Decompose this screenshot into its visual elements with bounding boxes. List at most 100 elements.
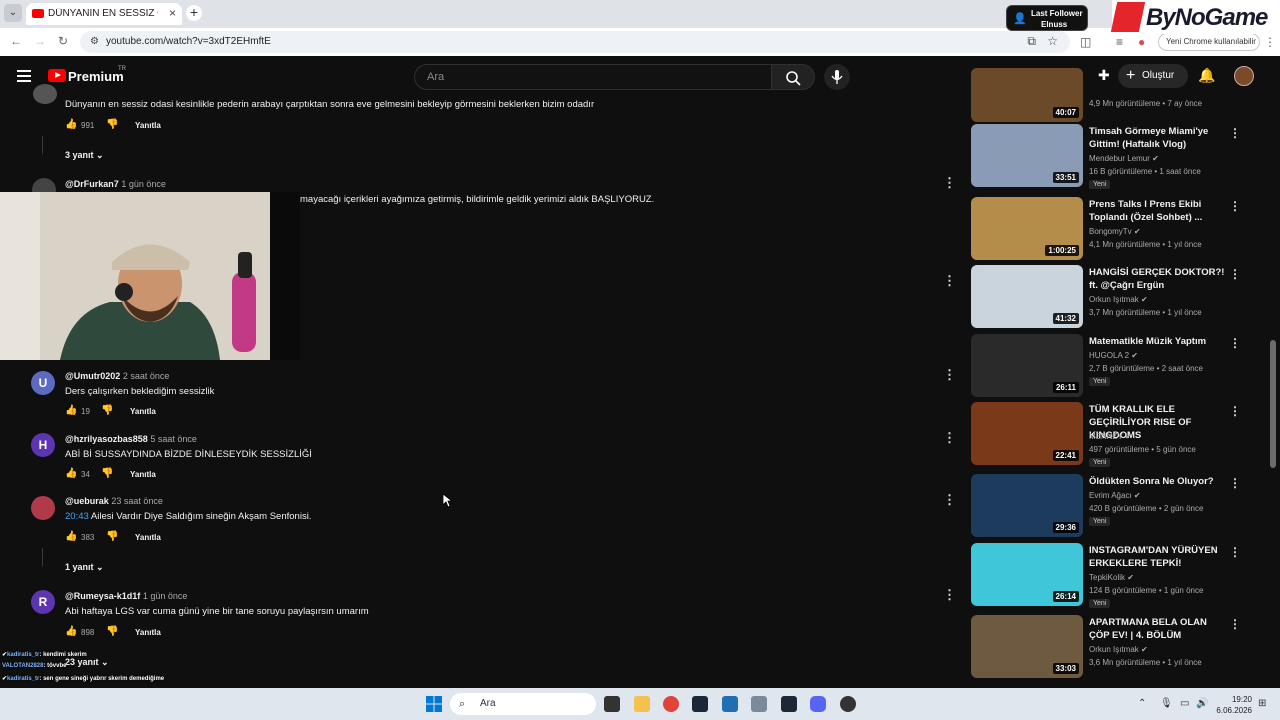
video-thumbnail[interactable]: 41:32 (971, 265, 1083, 328)
video-item[interactable]: 29:36 Öldükten Sonra Ne Oluyor? Evrim Ağac… (971, 474, 1241, 538)
video-title[interactable]: Prens Talks l Prens Ekibi Toplandı (Özel… (1089, 198, 1229, 224)
comment-username[interactable]: @DrFurkan7 (65, 179, 119, 189)
video-item[interactable]: 22:41 TÜM KRALLIK ELE GEÇİRİLİYOR RISE OF… (971, 402, 1241, 467)
comment-avatar[interactable] (33, 84, 57, 104)
video-title[interactable]: Öldükten Sonra Ne Oluyor? (1089, 475, 1229, 488)
dislike-icon[interactable]: 👎 (106, 119, 118, 130)
view-replies-button[interactable]: 3 yanıt ⌄ (65, 150, 104, 161)
task-view-icon[interactable] (604, 696, 620, 712)
video-thumbnail[interactable]: 22:41 (971, 402, 1083, 465)
video-item[interactable]: 41:32 HANGİSİ GERÇEK DOKTOR?! ft. @Çağrı … (971, 265, 1241, 329)
search-input[interactable]: Ara (414, 64, 772, 90)
chrome-icon[interactable] (663, 696, 679, 712)
dislike-icon[interactable]: 👎 (101, 468, 113, 479)
taskbar-search[interactable]: ⌕ Ara (450, 693, 596, 715)
comment-username[interactable]: @ueburak (65, 496, 109, 506)
comment-time[interactable]: 23 saat önce (111, 496, 163, 506)
like-icon[interactable]: 👍 (65, 119, 77, 130)
profile-icon[interactable]: ● (1138, 35, 1145, 49)
video-item[interactable]: 1:00:25 Prens Talks l Prens Ekibi Topland… (971, 197, 1241, 261)
steam-icon-2[interactable] (781, 696, 797, 712)
close-tab-icon[interactable]: × (169, 6, 176, 20)
reload-icon[interactable]: ↻ (58, 34, 68, 48)
comment-time[interactable]: 1 gün önce (143, 591, 188, 601)
video-item[interactable]: 33:51 Timsah Görmeye Miami'ye Gittim! (Ha… (971, 124, 1241, 189)
video-channel[interactable]: MENNZY ✔ (1089, 432, 1132, 441)
search-button[interactable] (771, 64, 815, 90)
bookmark-star-icon[interactable]: ☆ (1047, 34, 1058, 48)
network-icon[interactable]: ▭ (1180, 698, 1189, 709)
comment-username[interactable]: @Umutr0202 (65, 371, 120, 381)
comment-more-icon[interactable]: ⋮ (943, 587, 956, 603)
video-thumbnail[interactable]: 33:03 (971, 615, 1083, 678)
new-tab-button[interactable]: + (186, 5, 202, 21)
windows-start-icon[interactable] (426, 696, 442, 712)
extensions-icon[interactable]: ◫ (1080, 35, 1091, 49)
like-icon[interactable]: 👍 (65, 626, 77, 637)
like-icon[interactable]: 👍 (65, 405, 77, 416)
video-channel[interactable]: HUGOLA 2 ✔ (1089, 351, 1138, 360)
chrome-update-notice[interactable]: Yeni Chrome kullanılabilir (1158, 33, 1260, 51)
browser-tab-active[interactable]: DÜNYANIN EN SESSİZ ODASI! × (26, 3, 182, 25)
tray-chevron-icon[interactable]: ⌃ (1138, 698, 1146, 709)
install-app-icon[interactable]: ⧉ (1027, 34, 1036, 49)
video-more-icon[interactable]: ⋮ (1229, 199, 1241, 213)
view-replies-button[interactable]: 23 yanıt ⌄ (65, 657, 109, 668)
comment-avatar[interactable]: H (31, 433, 55, 457)
video-title[interactable]: Timsah Görmeye Miami'ye Gittim! (Haftalı… (1089, 125, 1229, 151)
video-more-icon[interactable]: ⋮ (1229, 267, 1241, 281)
video-channel[interactable]: Orkun Işıtmak ✔ (1089, 645, 1148, 654)
video-more-icon[interactable]: ⋮ (1229, 336, 1241, 350)
notification-center-icon[interactable]: ⊞ (1258, 698, 1266, 709)
video-more-icon[interactable]: ⋮ (1229, 404, 1241, 418)
timestamp-link[interactable]: 20:43 (65, 511, 89, 522)
tab-search-menu-icon[interactable]: ⌄ (4, 4, 22, 22)
comment-avatar[interactable]: U (31, 371, 55, 395)
like-icon[interactable]: 👍 (65, 468, 77, 479)
discord-icon[interactable] (810, 696, 826, 712)
reply-button[interactable]: Yanıtla (130, 470, 156, 479)
chrome-menu-icon[interactable]: ⋮ (1264, 35, 1276, 49)
video-more-icon[interactable]: ⋮ (1229, 545, 1241, 559)
media-icon[interactable]: ≡ (1116, 35, 1123, 49)
reply-button[interactable]: Yanıtla (135, 533, 161, 542)
video-channel[interactable]: Evrim Ağacı ✔ (1089, 491, 1141, 500)
comment-avatar[interactable]: R (31, 590, 55, 614)
back-arrow-icon[interactable]: ← (10, 34, 22, 48)
video-title[interactable]: Matematikle Müzik Yaptım (1089, 335, 1229, 348)
comment-time[interactable]: 1 gün önce (121, 179, 166, 189)
obs-icon[interactable] (840, 696, 856, 712)
comment-time[interactable]: 2 saat önce (123, 371, 170, 381)
view-replies-button[interactable]: 1 yanıt ⌄ (65, 562, 104, 573)
video-title[interactable]: HANGİSİ GERÇEK DOKTOR?! ft. @Çağrı Ergün (1089, 266, 1229, 292)
comment-username[interactable]: @hzrilyasozbas858 (65, 434, 148, 444)
video-channel[interactable]: Orkun Işıtmak ✔ (1089, 295, 1148, 304)
comment-avatar[interactable] (31, 496, 55, 520)
youtube-logo-icon[interactable] (48, 69, 66, 82)
video-channel[interactable]: Mendebur Lemur ✔ (1089, 154, 1159, 163)
comment-more-icon[interactable]: ⋮ (943, 367, 956, 383)
video-item[interactable]: 40:07 4,9 Mn görüntüleme • 7 ay önce (971, 68, 1241, 132)
volume-icon[interactable]: 🔊 (1196, 698, 1208, 709)
taskbar-clock[interactable]: 19:20 6.06.2026 (1214, 694, 1252, 716)
settings-icon[interactable] (751, 696, 767, 712)
sidebar-scrollbar[interactable] (1270, 340, 1276, 468)
reply-button[interactable]: Yanıtla (135, 628, 161, 637)
video-more-icon[interactable]: ⋮ (1229, 617, 1241, 631)
file-explorer-icon[interactable] (634, 696, 650, 712)
site-info-icon[interactable]: ⚙ (90, 36, 99, 47)
comment-more-icon[interactable]: ⋮ (943, 492, 956, 508)
dislike-icon[interactable]: 👎 (106, 626, 118, 637)
app-icon[interactable] (722, 696, 738, 712)
video-more-icon[interactable]: ⋮ (1229, 476, 1241, 490)
forward-arrow-icon[interactable]: → (34, 34, 46, 48)
like-icon[interactable]: 👍 (65, 531, 77, 542)
video-thumbnail[interactable]: 26:14 (971, 543, 1083, 606)
premium-label[interactable]: Premium (68, 69, 124, 84)
video-thumbnail[interactable]: 26:11 (971, 334, 1083, 397)
video-title[interactable]: APARTMANA BELA OLAN ÇÖP EV! | 4. BÖLÜM (1089, 616, 1229, 642)
reply-button[interactable]: Yanıtla (130, 407, 156, 416)
comment-time[interactable]: 5 saat önce (150, 434, 197, 444)
video-thumbnail[interactable]: 33:51 (971, 124, 1083, 187)
menu-icon[interactable] (17, 70, 31, 85)
